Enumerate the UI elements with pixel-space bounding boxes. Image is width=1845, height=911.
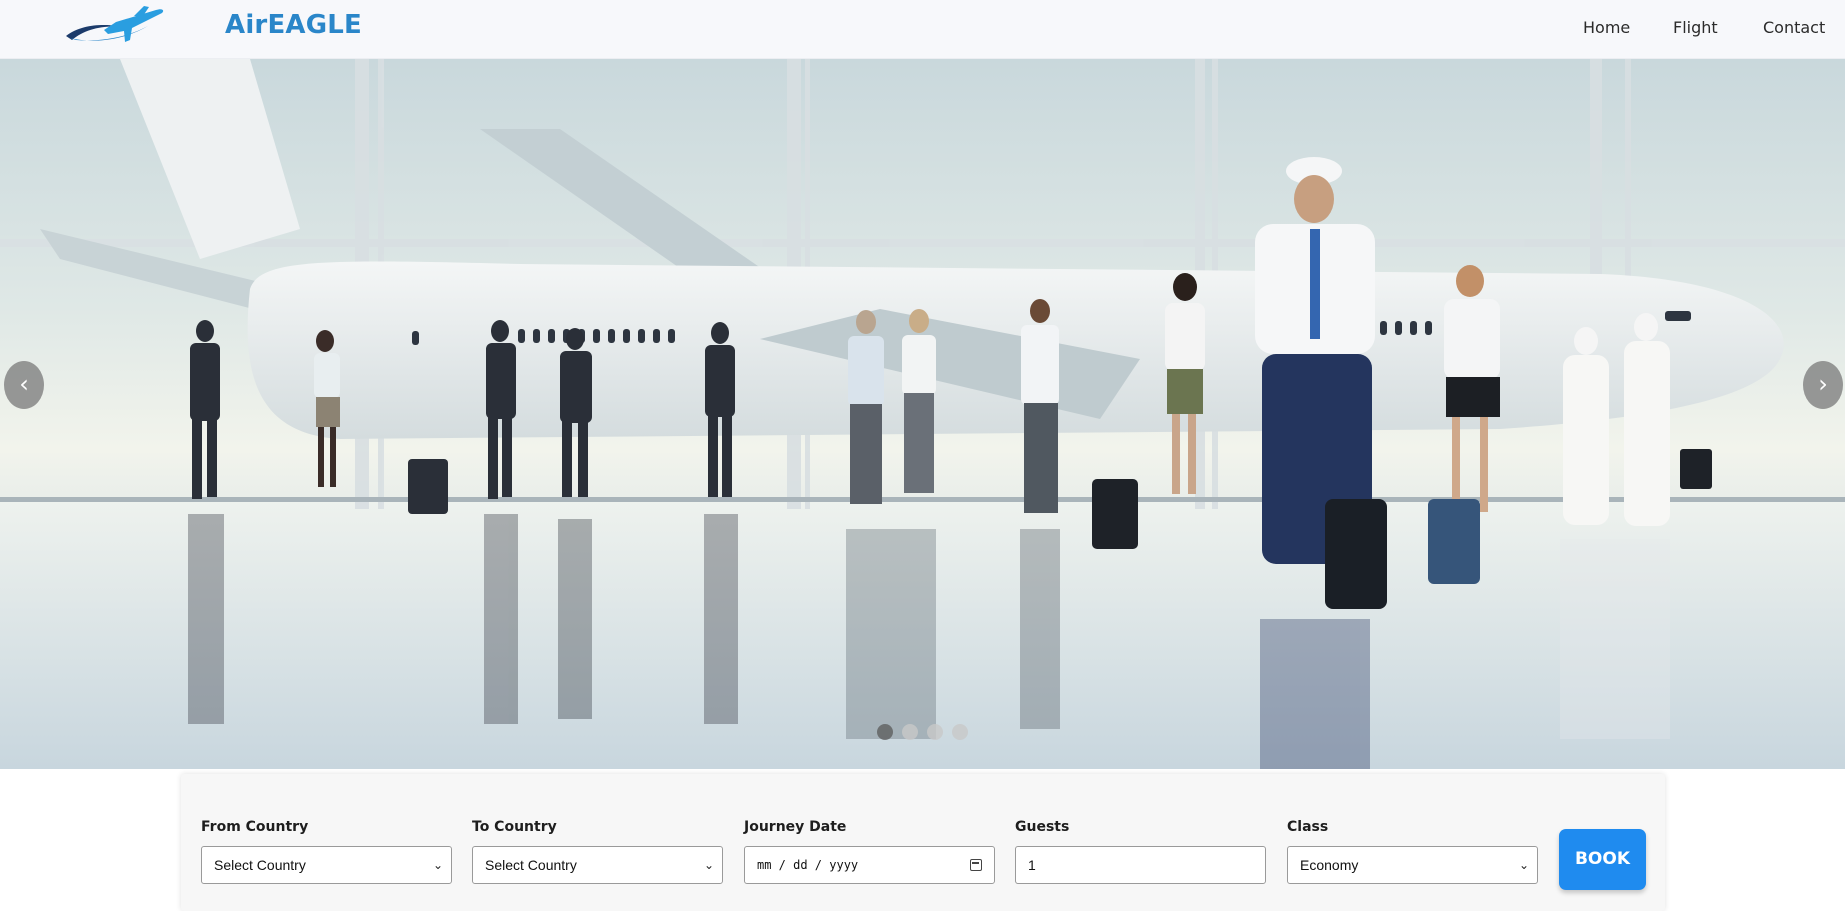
guests-group: Guests 1 <box>1015 819 1266 884</box>
chevron-down-icon: ⌄ <box>1518 858 1529 872</box>
class-value: Economy <box>1300 857 1359 873</box>
to-country-value: Select Country <box>485 857 577 873</box>
carousel-dot-4[interactable] <box>952 724 968 740</box>
guests-input[interactable]: 1 <box>1015 846 1266 884</box>
book-button[interactable]: BOOK <box>1559 829 1646 890</box>
nav-flight-link[interactable]: Flight <box>1673 18 1718 37</box>
from-country-label: From Country <box>201 819 309 835</box>
carousel-dot-3[interactable] <box>927 724 943 740</box>
class-select[interactable]: Economy ⌄ <box>1287 846 1538 884</box>
from-country-select[interactable]: Select Country ⌄ <box>201 846 452 884</box>
chevron-down-icon: ⌄ <box>703 858 714 872</box>
airplane-swoosh-icon[interactable] <box>64 4 166 48</box>
to-country-select[interactable]: Select Country ⌄ <box>472 846 723 884</box>
guests-label: Guests <box>1015 819 1070 835</box>
journey-date-label: Journey Date <box>744 819 847 835</box>
class-label: Class <box>1287 819 1329 835</box>
to-country-label: To Country <box>472 819 557 835</box>
from-country-value: Select Country <box>214 857 306 873</box>
journey-date-input[interactable]: mm / dd / yyyy <box>744 846 995 884</box>
carousel-dot-1[interactable] <box>877 724 893 740</box>
carousel-next-button[interactable]: › <box>1803 361 1843 409</box>
from-country-group: From Country Select Country ⌄ <box>201 819 452 884</box>
nav-contact-link[interactable]: Contact <box>1763 18 1825 37</box>
class-group: Class Economy ⌄ <box>1287 819 1538 884</box>
journey-date-value: mm / dd / yyyy <box>757 858 859 872</box>
chevron-down-icon: ⌄ <box>432 858 443 872</box>
carousel-indicators <box>877 724 968 740</box>
booking-form: From Country Select Country ⌄ To Country… <box>181 774 1665 911</box>
carousel-prev-button[interactable]: ‹ <box>4 361 44 409</box>
to-country-group: To Country Select Country ⌄ <box>472 819 723 884</box>
navbar: AirEAGLE Home Flight Contact <box>0 0 1845 59</box>
nav-home-link[interactable]: Home <box>1583 18 1630 37</box>
carousel-dot-2[interactable] <box>902 724 918 740</box>
guests-value: 1 <box>1028 857 1036 873</box>
airport-terminal-photo <box>0 59 1845 769</box>
brand-name[interactable]: AirEAGLE <box>225 10 362 40</box>
hero-carousel: ‹ › <box>0 59 1845 769</box>
journey-date-group: Journey Date mm / dd / yyyy <box>744 819 995 884</box>
calendar-icon[interactable] <box>970 859 982 871</box>
